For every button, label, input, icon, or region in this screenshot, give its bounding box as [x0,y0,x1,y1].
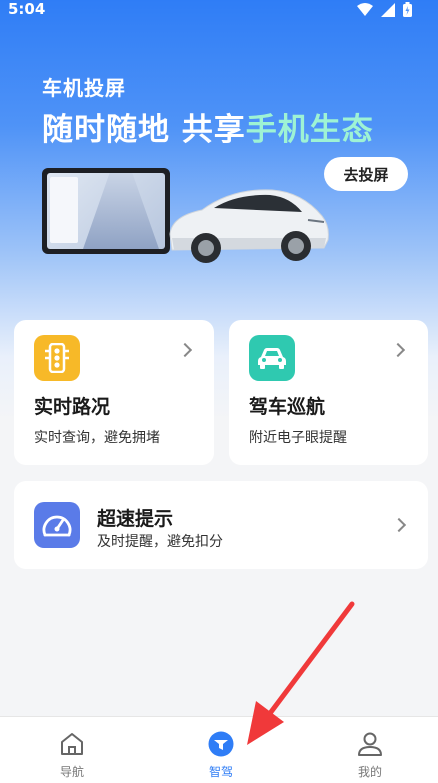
nav-item-navigation[interactable]: 导航 [22,717,122,783]
tablet-road-graphic [83,173,159,249]
hero-title-highlight: 手机生态 [245,112,374,148]
nav-label-smart-drive: 智驾 [208,765,233,779]
status-icons [357,2,412,17]
speed-card[interactable]: 超速提示 及时提醒，避免扣分 [14,481,428,569]
traffic-card[interactable]: 实时路况 实时查询，避免拥堵 [14,320,214,465]
hero-title-main: 随时随地 共享 [42,112,246,148]
car-illustration [169,189,329,263]
status-time: 5:04 [8,0,46,18]
cruise-card[interactable]: 驾车巡航 附近电子眼提醒 [229,320,428,465]
traffic-card-title: 实时路况 [34,396,111,418]
home-icon [61,733,83,755]
chevron-right-icon [391,517,407,533]
status-bar: 5:04 [0,0,438,20]
speedometer-icon [34,502,80,548]
nav-item-profile[interactable]: 我的 [320,717,420,783]
car-icon [249,335,295,381]
hero-title: 随时随地 共享手机生态 [42,104,374,149]
speed-card-title: 超速提示 [97,508,174,530]
wifi-icon [357,2,373,16]
traffic-light-icon [34,335,80,381]
nav-item-smart-drive[interactable]: 智驾 [171,717,271,783]
nav-label-profile: 我的 [357,765,382,779]
cast-button[interactable]: 去投屏 [324,157,408,191]
hero-subtitle: 车机投屏 [42,76,126,100]
bottom-nav: 导航 智驾 我的 [0,716,438,783]
cruise-card-title: 驾车巡航 [249,396,326,418]
chevron-right-icon [177,342,193,358]
nav-label-navigation: 导航 [59,765,84,779]
user-icon [358,732,382,756]
drive-icon [208,731,234,757]
tablet-screen [47,173,165,249]
chevron-right-icon [390,342,406,358]
tablet-illustration [42,168,170,254]
speed-card-desc: 及时提醒，避免扣分 [97,534,223,550]
signal-icon [381,2,395,17]
traffic-card-desc: 实时查询，避免拥堵 [34,430,160,446]
cruise-card-desc: 附近电子眼提醒 [249,430,347,446]
tablet-side-panel [50,177,78,243]
battery-icon [403,2,412,17]
